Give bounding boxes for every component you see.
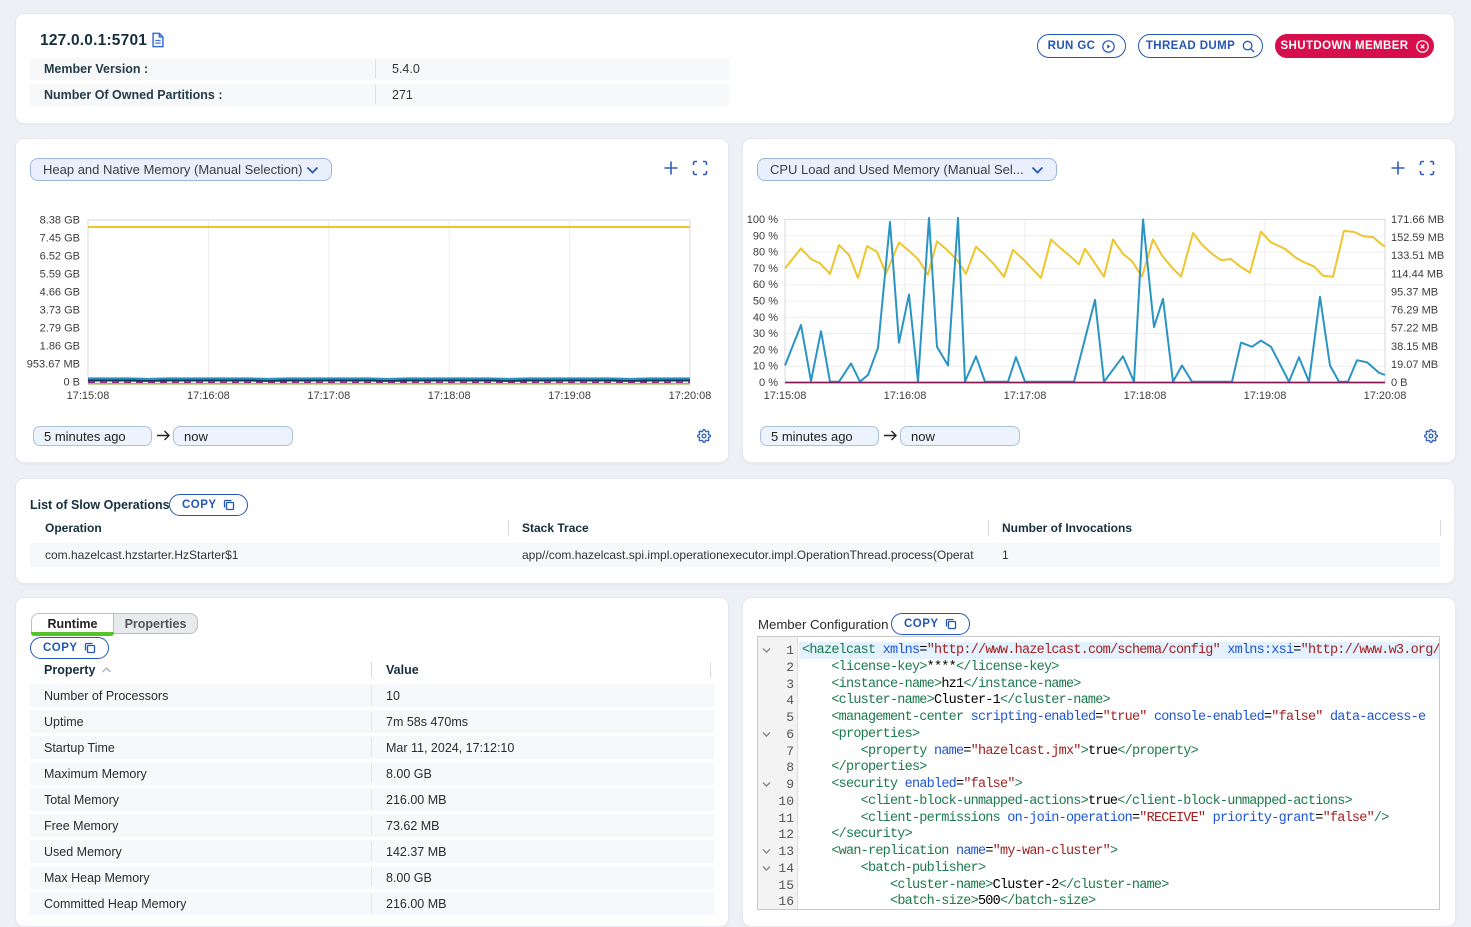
svg-text:17:16:08: 17:16:08 bbox=[884, 390, 927, 402]
svg-text:80 %: 80 % bbox=[753, 247, 778, 259]
svg-text:10 %: 10 % bbox=[753, 361, 778, 373]
svg-text:152.59 MB: 152.59 MB bbox=[1391, 232, 1444, 244]
svg-text:17:18:08: 17:18:08 bbox=[1124, 390, 1167, 402]
svg-text:50 %: 50 % bbox=[753, 296, 778, 308]
svg-text:17:20:08: 17:20:08 bbox=[1364, 390, 1407, 402]
svg-text:57.22 MB: 57.22 MB bbox=[1391, 323, 1438, 335]
svg-text:17:15:08: 17:15:08 bbox=[764, 390, 807, 402]
svg-text:90 %: 90 % bbox=[753, 230, 778, 242]
svg-text:38.15 MB: 38.15 MB bbox=[1391, 341, 1438, 353]
svg-text:17:17:08: 17:17:08 bbox=[1004, 390, 1047, 402]
svg-text:17:19:08: 17:19:08 bbox=[1244, 390, 1287, 402]
svg-text:60 %: 60 % bbox=[753, 279, 778, 291]
svg-text:0 B: 0 B bbox=[1391, 377, 1408, 389]
svg-text:100 %: 100 % bbox=[747, 214, 778, 226]
svg-text:40 %: 40 % bbox=[753, 312, 778, 324]
svg-text:30 %: 30 % bbox=[753, 328, 778, 340]
svg-text:70 %: 70 % bbox=[753, 263, 778, 275]
svg-text:114.44 MB: 114.44 MB bbox=[1391, 268, 1443, 280]
svg-text:19.07 MB: 19.07 MB bbox=[1391, 359, 1438, 371]
svg-text:76.29 MB: 76.29 MB bbox=[1391, 305, 1438, 317]
svg-text:20 %: 20 % bbox=[753, 344, 778, 356]
svg-text:171.66 MB: 171.66 MB bbox=[1391, 214, 1444, 226]
svg-text:95.37 MB: 95.37 MB bbox=[1391, 286, 1438, 298]
svg-text:0 %: 0 % bbox=[759, 377, 778, 389]
svg-text:133.51 MB: 133.51 MB bbox=[1391, 250, 1444, 262]
